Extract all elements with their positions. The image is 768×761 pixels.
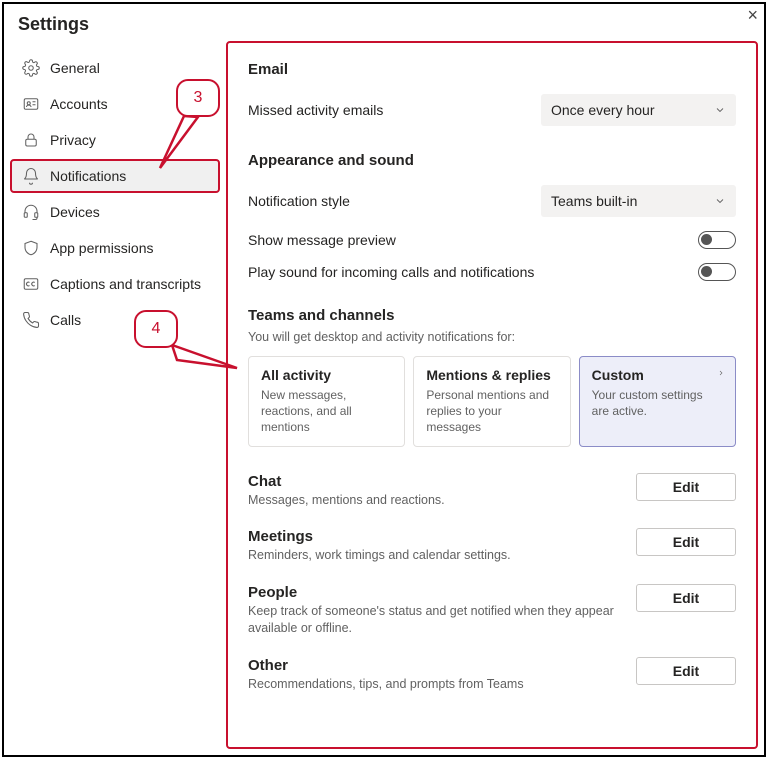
card-title: Custom [592,367,723,383]
annotation-tail-3 [154,113,224,183]
chat-desc: Messages, mentions and reactions. [248,492,624,509]
nav-item-calls[interactable]: Calls [10,303,220,337]
card-custom[interactable]: Custom Your custom settings are active. [579,356,736,447]
nav-label: Accounts [50,96,108,112]
nav-item-devices[interactable]: Devices [10,195,220,229]
nav-label: App permissions [50,240,154,256]
annotation-tail-4 [169,342,249,382]
play-sound-toggle[interactable] [698,263,736,281]
nav-item-app-permissions[interactable]: App permissions [10,231,220,265]
show-preview-label: Show message preview [248,232,396,248]
nav-label: Captions and transcripts [50,276,201,292]
nav-label: Privacy [50,132,96,148]
people-desc: Keep track of someone's status and get n… [248,603,624,637]
phone-icon [22,311,40,329]
show-preview-toggle[interactable] [698,231,736,249]
nav-label: General [50,60,100,76]
notification-style-select[interactable]: Teams built-in [541,185,736,217]
section-teams-channels: Teams and channels You will get desktop … [248,307,736,447]
section-title: Appearance and sound [248,152,736,169]
select-value: Teams built-in [551,193,637,209]
page-title: Settings [18,14,89,35]
section-email: Email Missed activity emails Once every … [248,61,736,126]
play-sound-label: Play sound for incoming calls and notifi… [248,264,534,280]
gear-icon [22,59,40,77]
lock-icon [22,131,40,149]
chat-edit-button[interactable]: Edit [636,473,736,501]
section-appearance: Appearance and sound Notification style … [248,152,736,281]
select-value: Once every hour [551,102,655,118]
cc-icon [22,275,40,293]
missed-emails-label: Missed activity emails [248,102,383,118]
close-icon[interactable]: × [747,6,758,24]
chat-title: Chat [248,473,624,490]
section-people: People Keep track of someone's status an… [248,584,736,637]
other-title: Other [248,657,624,674]
section-chat: Chat Messages, mentions and reactions. E… [248,473,736,509]
card-title: All activity [261,367,392,383]
card-title: Mentions & replies [426,367,557,383]
chevron-down-icon [714,195,726,207]
card-desc: Personal mentions and replies to your me… [426,387,557,436]
card-mentions-replies[interactable]: Mentions & replies Personal mentions and… [413,356,570,447]
annotation-callout-4: 4 [134,310,178,348]
section-other: Other Recommendations, tips, and prompts… [248,657,736,693]
meetings-title: Meetings [248,528,624,545]
annotation-callout-3: 3 [176,79,220,117]
section-title: Email [248,61,736,78]
other-desc: Recommendations, tips, and prompts from … [248,676,624,693]
shield-icon [22,239,40,257]
missed-emails-select[interactable]: Once every hour [541,94,736,126]
headset-icon [22,203,40,221]
nav-label: Calls [50,312,81,328]
other-edit-button[interactable]: Edit [636,657,736,685]
nav-label: Notifications [50,168,126,184]
bell-icon [22,167,40,185]
card-desc: Your custom settings are active. [592,387,723,419]
meetings-desc: Reminders, work timings and calendar set… [248,547,624,564]
chevron-right-icon [717,369,725,377]
chevron-down-icon [714,104,726,116]
section-subtitle: You will get desktop and activity notifi… [248,330,736,344]
people-title: People [248,584,624,601]
card-desc: New messages, reactions, and all mention… [261,387,392,436]
id-card-icon [22,95,40,113]
nav-item-captions[interactable]: Captions and transcripts [10,267,220,301]
nav-label: Devices [50,204,100,220]
card-all-activity[interactable]: All activity New messages, reactions, an… [248,356,405,447]
meetings-edit-button[interactable]: Edit [636,528,736,556]
settings-content: Email Missed activity emails Once every … [226,41,758,749]
section-title: Teams and channels [248,307,736,324]
people-edit-button[interactable]: Edit [636,584,736,612]
notification-style-label: Notification style [248,193,350,209]
section-meetings: Meetings Reminders, work timings and cal… [248,528,736,564]
